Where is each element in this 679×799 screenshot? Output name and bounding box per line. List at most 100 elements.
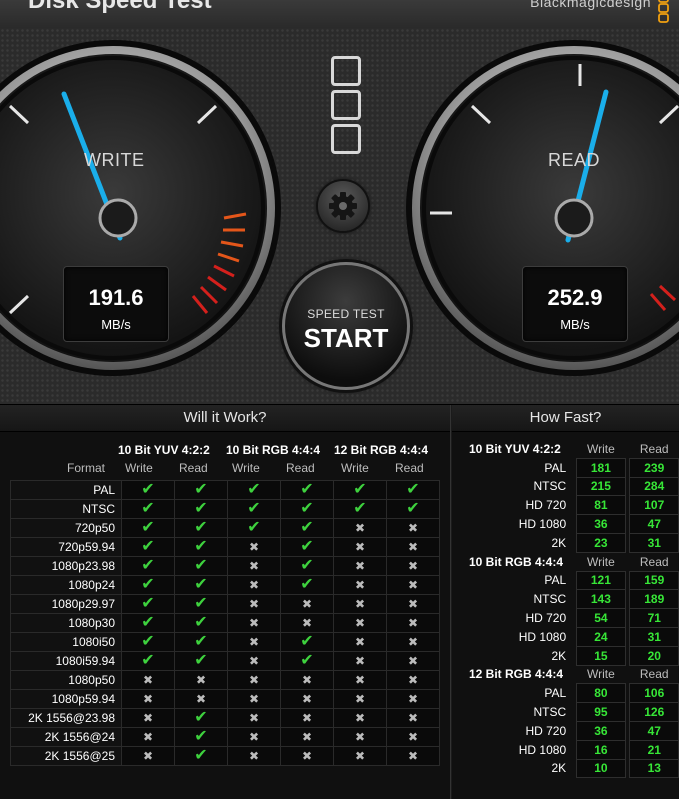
sub-header-2: Read (179, 461, 208, 475)
compat-cell: ✔ (386, 480, 440, 500)
write-fps-value: 23 (576, 532, 626, 553)
write-fps-value: 16 (576, 739, 626, 760)
compat-cell: ✔ (121, 632, 175, 652)
compat-cell: ✔ (174, 651, 228, 671)
format-name: 1080p59.94 (10, 689, 122, 709)
table-row: 2K 1556@24 ✖ ✔ ✖ ✖ ✖ ✖ (10, 727, 440, 747)
cross-icon: ✖ (354, 730, 366, 744)
table-row: 2K 10 13 (455, 758, 679, 779)
write-fps-value: 215 (576, 476, 626, 497)
compat-cell: ✖ (227, 613, 281, 633)
indicator-square-top (331, 56, 361, 86)
table-row: 2K 1556@25 ✖ ✔ ✖ ✖ ✖ ✖ (10, 746, 440, 766)
compat-cell: ✔ (280, 499, 334, 519)
checkmark-icon: ✔ (141, 652, 155, 669)
compat-cell: ✖ (121, 727, 175, 747)
format-name: 720p59.94 (10, 537, 122, 557)
sub-header-4: Read (286, 461, 315, 475)
cross-icon: ✖ (301, 749, 313, 763)
table-row: 1080p50 ✖ ✖ ✖ ✖ ✖ ✖ (10, 670, 440, 690)
compat-cell: ✔ (280, 556, 334, 576)
sub-header-3: Write (232, 461, 260, 475)
compat-cell: ✖ (386, 708, 440, 728)
start-button-caption: SPEED TEST (307, 307, 385, 321)
cross-icon: ✖ (248, 673, 260, 687)
cross-icon: ✖ (354, 711, 366, 725)
compat-cell: ✔ (121, 499, 175, 519)
table-row: NTSC 215 284 (455, 476, 679, 497)
compat-cell: ✔ (174, 575, 228, 595)
read-fps-value: 106 (629, 683, 679, 704)
checkmark-icon: ✔ (194, 614, 208, 631)
how-fast-title: How Fast? (452, 405, 679, 432)
sub-header-5: Write (341, 461, 369, 475)
write-column-label: Write (586, 667, 615, 682)
table-row: 1080p24 ✔ ✔ ✖ ✔ ✖ ✖ (10, 575, 440, 595)
table-row: PAL 80 106 (455, 683, 679, 704)
checkmark-icon: ✔ (247, 519, 261, 536)
cross-icon: ✖ (301, 616, 313, 630)
compat-cell: ✖ (333, 689, 387, 709)
format-name: 1080p30 (10, 613, 122, 633)
compat-cell: ✔ (333, 499, 387, 519)
format-name: PAL (10, 480, 122, 500)
checkmark-icon: ✔ (194, 728, 208, 745)
section-name: 10 Bit YUV 4:2:2 (469, 442, 561, 457)
checkmark-icon: ✔ (353, 481, 367, 498)
cross-icon: ✖ (142, 692, 154, 706)
table-row: 1080p23.98 ✔ ✔ ✖ ✔ ✖ ✖ (10, 556, 440, 576)
table-row: 720p50 ✔ ✔ ✔ ✔ ✖ ✖ (10, 518, 440, 538)
checkmark-icon: ✔ (300, 633, 314, 650)
compat-cell: ✖ (280, 594, 334, 614)
format-name: 2K (551, 648, 567, 663)
read-fps-value: 71 (629, 608, 679, 628)
compat-cell: ✖ (121, 670, 175, 690)
format-header: Format (67, 461, 106, 475)
compat-cell: ✖ (333, 518, 387, 538)
read-speed-unit: MB/s (560, 317, 590, 332)
cross-icon: ✖ (407, 597, 419, 611)
blackmagic-logo-icon (658, 0, 669, 23)
cross-icon: ✖ (354, 635, 366, 649)
compat-cell: ✖ (333, 746, 387, 766)
write-fps-value: 54 (576, 608, 626, 628)
checkmark-icon: ✔ (300, 538, 314, 555)
format-name: 2K (551, 535, 567, 550)
compat-cell: ✔ (121, 518, 175, 538)
settings-button[interactable] (318, 181, 368, 231)
checkmark-icon: ✔ (141, 595, 155, 612)
cross-icon: ✖ (354, 692, 366, 706)
format-name: HD 1080 (518, 517, 567, 532)
read-gauge-label: READ (548, 150, 601, 170)
table-row: HD 1080 36 47 (455, 514, 679, 534)
checkmark-icon: ✔ (141, 614, 155, 631)
compat-cell: ✖ (280, 689, 334, 709)
format-name: 2K 1556@24 (10, 727, 122, 747)
compat-cell: ✖ (227, 594, 281, 614)
checkmark-icon: ✔ (141, 557, 155, 574)
group-header-2: 10 Bit RGB 4:4:4 (226, 443, 321, 457)
cross-icon: ✖ (248, 616, 260, 630)
compat-cell: ✖ (386, 651, 440, 671)
will-it-work-table: PAL ✔ ✔ ✔ ✔ ✔ ✔ NTSC ✔ ✔ ✔ ✔ ✔ ✔ 720p50 ✔ ✔ ✔ ✔ ✖ ✖ 720p59.94… (10, 480, 440, 766)
cross-icon: ✖ (354, 616, 366, 630)
write-fps-value: 36 (576, 514, 626, 534)
read-fps-value: 107 (629, 495, 679, 516)
format-name: 1080i50 (10, 632, 122, 652)
compat-cell: ✔ (174, 727, 228, 747)
table-row: 1080p59.94 ✖ ✖ ✖ ✖ ✖ ✖ (10, 689, 440, 709)
table-row: NTSC 143 189 (455, 589, 679, 610)
write-fps-value: 24 (576, 626, 626, 647)
checkmark-icon: ✔ (141, 481, 155, 498)
checkmark-icon: ✔ (300, 481, 314, 498)
compat-cell: ✔ (121, 556, 175, 576)
compat-cell: ✖ (227, 651, 281, 671)
cross-icon: ✖ (301, 730, 313, 744)
cross-icon: ✖ (354, 521, 366, 535)
read-fps-value: 47 (629, 514, 679, 534)
start-button[interactable]: SPEED TEST START (282, 262, 410, 390)
cross-icon: ✖ (407, 711, 419, 725)
compat-cell: ✖ (121, 708, 175, 728)
compat-cell: ✖ (227, 689, 281, 709)
cross-icon: ✖ (354, 597, 366, 611)
